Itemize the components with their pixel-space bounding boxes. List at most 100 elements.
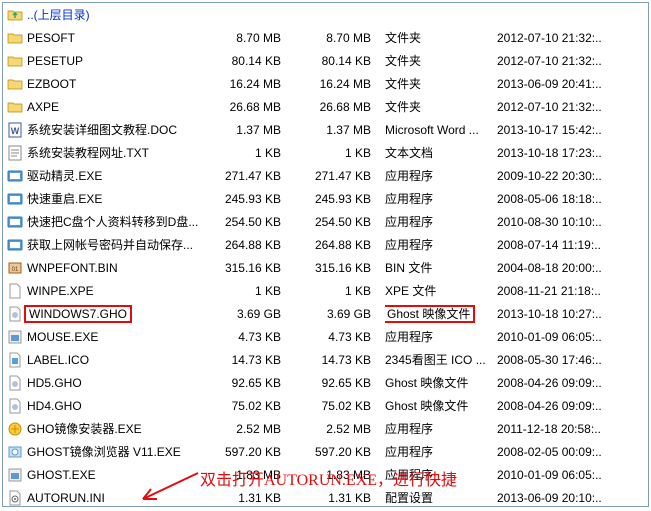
file-date: 2013-10-18 17:23:.. [497,146,648,160]
file-name: 驱动精灵.EXE [27,167,102,184]
exe2-icon [7,329,23,345]
file-size: 14.73 KB [205,353,295,367]
file-size-2: 315.16 KB [295,261,385,275]
file-name: PESOFT [27,31,75,45]
parent-dir-row[interactable]: ..(上层目录) [3,3,648,26]
file-type: 配置设置 [385,489,497,506]
file-type: 应用程序 [385,236,497,253]
file-row[interactable]: WINPE.XPE1 KB1 KBXPE 文件2008-11-21 21:18:… [3,279,648,302]
file-type: Ghost 映像文件 [385,305,497,323]
file-date: 2013-06-09 20:10:.. [497,491,648,505]
exe2-icon [7,467,23,483]
file-type: 应用程序 [385,190,497,207]
file-type: Ghost 映像文件 [385,397,497,414]
file-name: GHOST镜像浏览器 V11.EXE [27,443,181,460]
file-size-2: 597.20 KB [295,445,385,459]
file-size: 264.88 KB [205,238,295,252]
file-icon [7,283,23,299]
file-list-pane: ..(上层目录) PESOFT8.70 MB8.70 MB文件夹2012-07-… [2,2,649,507]
file-row[interactable]: PESETUP80.14 KB80.14 KB文件夹2012-07-10 21:… [3,49,648,72]
svg-text:W: W [11,126,20,136]
file-row[interactable]: GHOST.EXE1.83 MB1.83 MB应用程序2010-01-09 06… [3,463,648,486]
file-row[interactable]: 获取上网帐号密码并自动保存...264.88 KB264.88 KB应用程序20… [3,233,648,256]
exe1-icon [7,237,23,253]
file-type: 应用程序 [385,167,497,184]
svg-text:01: 01 [12,267,19,273]
parent-dir-label: ..(上层目录) [27,6,90,23]
file-row[interactable]: 快速把C盘个人资料转移到D盘...254.50 KB254.50 KB应用程序2… [3,210,648,233]
file-size: 8.70 MB [205,31,295,45]
file-date: 2008-04-26 09:09:.. [497,399,648,413]
file-size-2: 80.14 KB [295,54,385,68]
file-size: 271.47 KB [205,169,295,183]
file-row[interactable]: EZBOOT16.24 MB16.24 MB文件夹2013-06-09 20:4… [3,72,648,95]
file-size: 254.50 KB [205,215,295,229]
file-name: PESETUP [27,54,83,68]
file-date: 2012-07-10 21:32:.. [497,54,648,68]
file-name: WINPE.XPE [27,284,94,298]
file-size-2: 254.50 KB [295,215,385,229]
file-type: Microsoft Word ... [385,123,497,137]
file-row[interactable]: 快速重启.EXE245.93 KB245.93 KB应用程序2008-05-06… [3,187,648,210]
file-type: 应用程序 [385,466,497,483]
file-name: GHO镜像安装器.EXE [27,420,142,437]
file-name: EZBOOT [27,77,76,91]
highlight-box: WINDOWS7.GHO [24,305,132,323]
file-row[interactable]: GHO镜像安装器.EXE2.52 MB2.52 MB应用程序2011-12-18… [3,417,648,440]
file-name: 获取上网帐号密码并自动保存... [27,236,193,253]
file-row[interactable]: HD5.GHO92.65 KB92.65 KBGhost 映像文件2008-04… [3,371,648,394]
file-row[interactable]: PESOFT8.70 MB8.70 MB文件夹2012-07-10 21:32:… [3,26,648,49]
ico-icon [7,352,23,368]
file-name: 系统安装详细图文教程.DOC [27,121,177,138]
file-name: 快速把C盘个人资料转移到D盘... [27,213,198,230]
file-row[interactable]: LABEL.ICO14.73 KB14.73 KB2345看图王 ICO ...… [3,348,648,371]
file-type: BIN 文件 [385,259,497,276]
exe4-icon [7,444,23,460]
file-size-2: 1.83 MB [295,468,385,482]
file-row[interactable]: HD4.GHO75.02 KB75.02 KBGhost 映像文件2008-04… [3,394,648,417]
file-size-2: 14.73 KB [295,353,385,367]
file-size: 597.20 KB [205,445,295,459]
file-row[interactable]: 系统安装教程网址.TXT1 KB1 KB文本文档2013-10-18 17:23… [3,141,648,164]
file-type: XPE 文件 [385,282,497,299]
exe1-icon [7,214,23,230]
file-row[interactable]: 01WNPEFONT.BIN315.16 KB315.16 KBBIN 文件20… [3,256,648,279]
file-date: 2012-07-10 21:32:.. [497,31,648,45]
file-row[interactable]: AXPE26.68 MB26.68 MB文件夹2012-07-10 21:32:… [3,95,648,118]
file-row[interactable]: MOUSE.EXE4.73 KB4.73 KB应用程序2010-01-09 06… [3,325,648,348]
file-row[interactable]: 驱动精灵.EXE271.47 KB271.47 KB应用程序2009-10-22… [3,164,648,187]
file-size: 1 KB [205,146,295,160]
file-name: MOUSE.EXE [27,330,98,344]
file-size: 245.93 KB [205,192,295,206]
file-row[interactable]: W系统安装详细图文教程.DOC1.37 MB1.37 MBMicrosoft W… [3,118,648,141]
bin-icon: 01 [7,260,23,276]
file-row[interactable]: GHOST镜像浏览器 V11.EXE597.20 KB597.20 KB应用程序… [3,440,648,463]
file-size-2: 4.73 KB [295,330,385,344]
file-row[interactable]: WINDOWS7.GHO3.69 GB3.69 GBGhost 映像文件2013… [3,302,648,325]
file-size-2: 271.47 KB [295,169,385,183]
file-size-2: 1.31 KB [295,491,385,505]
folder-icon [7,99,23,115]
file-date: 2008-02-05 00:09:.. [497,445,648,459]
file-size: 92.65 KB [205,376,295,390]
file-size-2: 264.88 KB [295,238,385,252]
exe3-icon [7,421,23,437]
file-type: 应用程序 [385,443,497,460]
file-date: 2010-08-30 10:10:.. [497,215,648,229]
file-date: 2004-08-18 20:00:.. [497,261,648,275]
file-size: 315.16 KB [205,261,295,275]
file-size-2: 245.93 KB [295,192,385,206]
doc-icon: W [7,122,23,138]
file-size: 26.68 MB [205,100,295,114]
file-size: 80.14 KB [205,54,295,68]
folder-icon [7,76,23,92]
file-size-2: 92.65 KB [295,376,385,390]
file-date: 2008-07-14 11:19:.. [497,238,648,252]
file-type: 2345看图王 ICO ... [385,351,497,368]
file-date: 2009-10-22 20:30:.. [497,169,648,183]
file-date: 2008-05-06 18:18:.. [497,192,648,206]
file-date: 2011-12-18 20:58:.. [497,422,648,436]
file-date: 2013-10-18 10:27:.. [497,307,648,321]
file-size-2: 3.69 GB [295,307,385,321]
file-row[interactable]: AUTORUN.INI1.31 KB1.31 KB配置设置2013-06-09 … [3,486,648,507]
